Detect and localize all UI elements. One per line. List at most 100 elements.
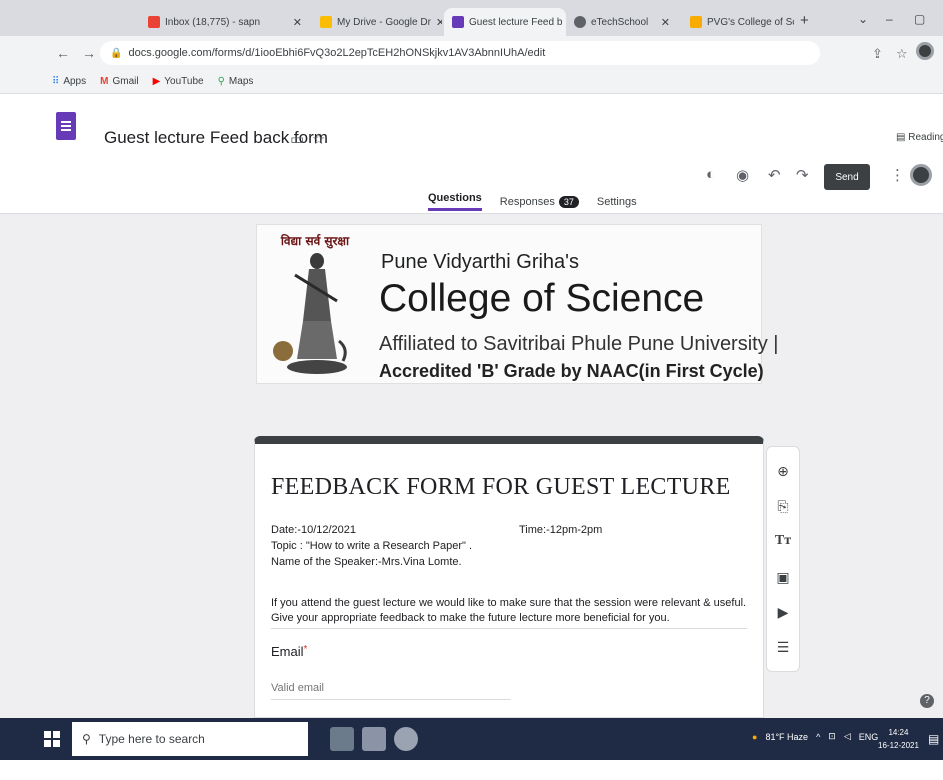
maximize-icon[interactable]: ▢ (914, 12, 925, 26)
tab-pvg-college[interactable]: PVG's College of Scie ✕ (682, 8, 794, 36)
reading-list-label: Reading lis (908, 132, 943, 143)
clock-date: 16-12-2021 (878, 741, 919, 750)
reading-list-button[interactable]: ▤ Reading lis (896, 132, 943, 143)
tab-search-chevron-icon[interactable]: ⌄ (858, 12, 868, 26)
drive-icon (320, 16, 332, 28)
form-time: Time:-12pm-2pm (519, 524, 603, 536)
add-section-icon[interactable]: ☰ (777, 640, 790, 654)
banner-line-1: Pune Vidyarthi Griha's (381, 251, 579, 273)
tab-responses-label: Responses (499, 195, 555, 208)
logo-motto-text: विद्या सर्व सुरक्षा (280, 234, 350, 249)
tab-etechschool[interactable]: eTechSchool ✕ (566, 8, 678, 36)
notifications-icon[interactable]: ▤ (928, 732, 939, 746)
youtube-icon: ▶ (152, 76, 161, 87)
gmail-icon (148, 16, 160, 28)
close-tab-icon[interactable]: ✕ (661, 16, 670, 29)
forward-icon[interactable]: → (76, 45, 102, 61)
browser-toolbar: ← → ↻ 🔒 docs.google.com/forms/d/1iooEbhi… (0, 36, 943, 70)
tab-label: My Drive - Google Dr (337, 16, 431, 28)
chrome-icon[interactable] (394, 727, 418, 751)
tab-questions[interactable]: Questions (428, 192, 482, 211)
email-question-label[interactable]: Email* (271, 644, 307, 659)
bookmark-apps[interactable]: ⠿ Apps (52, 76, 86, 87)
taskbar-search[interactable]: ⚲ Type here to search (72, 722, 308, 756)
send-button[interactable]: Send (824, 164, 870, 190)
tab-responses[interactable]: Responses 37 (499, 195, 579, 208)
help-icon[interactable]: ? (920, 694, 934, 708)
responses-count-badge: 37 (558, 195, 579, 208)
tray-chevron-icon[interactable]: ^ (816, 732, 820, 742)
forms-tabs: Questions Responses 37 Settings (428, 192, 637, 211)
minimize-icon[interactable]: – (886, 12, 893, 26)
banner-college-name: College of Science (379, 277, 705, 320)
windows-taskbar: ⚲ Type here to search ● 81°F Haze ^ ⊡ ◁ … (0, 718, 943, 760)
file-explorer-icon[interactable] (362, 727, 386, 751)
question-toolbar: ⊕ ⎘ Tт ▣ ▶ ☰ (766, 446, 800, 672)
email-field[interactable] (271, 676, 511, 700)
form-speaker: Name of the Speaker:-Mrs.Vina Lomte. (271, 556, 462, 568)
tab-settings[interactable]: Settings (597, 196, 637, 208)
close-tab-icon[interactable]: ✕ (293, 16, 302, 29)
volume-icon[interactable]: ◁ (844, 731, 851, 742)
form-description[interactable]: If you attend the guest lecture we would… (271, 596, 751, 626)
form-title[interactable]: FEEDBACK FORM FOR GUEST LECTURE (271, 474, 731, 501)
apps-grid-icon: ⠿ (52, 76, 60, 87)
system-tray: ● 81°F Haze ^ ⊡ ◁ ENG (752, 731, 878, 742)
tab-label: eTechSchool (591, 16, 649, 28)
network-icon[interactable]: ⊡ (828, 731, 836, 742)
required-asterisk: * (303, 644, 308, 655)
page-icon (690, 16, 702, 28)
taskbar-clock[interactable]: 14:24 16-12-2021 (878, 726, 919, 752)
more-options-icon[interactable]: ⋮ (890, 166, 905, 184)
forms-icon (452, 16, 464, 28)
bookmark-youtube[interactable]: ▶ YouTube (153, 76, 204, 87)
bookmark-label: YouTube (164, 76, 204, 87)
email-label-text: Email (271, 644, 304, 659)
banner-accreditation: Accredited 'B' Grade by NAAC(in First Cy… (379, 361, 764, 381)
palette-icon[interactable]: ◐ (706, 166, 715, 183)
add-video-icon[interactable]: ▶ (778, 605, 789, 619)
gmail-icon: M (100, 76, 109, 87)
import-questions-icon[interactable]: ⎘ (777, 499, 788, 513)
address-bar[interactable]: 🔒 docs.google.com/forms/d/1iooEbhi6FvQ3o… (100, 41, 820, 65)
bookmark-label: Maps (228, 76, 254, 87)
tab-gmail-inbox[interactable]: Inbox (18,775) - sapn ✕ (140, 8, 310, 36)
bookmark-star-icon[interactable]: ☆ (896, 46, 908, 62)
windows-start-icon[interactable] (44, 731, 60, 747)
tab-guest-lecture-form[interactable]: Guest lecture Feed b ✕ (444, 8, 566, 36)
weather-text[interactable]: 81°F Haze (765, 732, 808, 742)
language-indicator[interactable]: ENG (859, 732, 879, 742)
close-tab-icon[interactable]: ✕ (436, 16, 442, 29)
tab-label: Inbox (18,775) - sapn (165, 16, 261, 28)
undo-icon[interactable]: ↶ (768, 166, 781, 184)
new-tab-icon[interactable]: + (800, 12, 809, 29)
account-avatar[interactable] (910, 164, 932, 186)
profile-avatar-icon[interactable] (916, 42, 934, 60)
tab-google-drive[interactable]: My Drive - Google Dr ✕ (312, 8, 442, 36)
add-title-icon[interactable]: Tт (775, 534, 791, 548)
back-icon[interactable]: ← (50, 45, 76, 61)
page-viewport: Guest lecture Feed back form ▭ ☆ ▤ Readi… (0, 94, 943, 718)
screen-bottom-margin (0, 760, 943, 780)
form-title-card: FEEDBACK FORM FOR GUEST LECTURE Date:-10… (254, 436, 764, 718)
bookmark-label: Apps (63, 76, 87, 87)
share-icon[interactable]: ⇪ (872, 46, 883, 62)
preview-eye-icon[interactable]: ◉ (736, 166, 749, 184)
weather-icon[interactable]: ● (752, 732, 757, 742)
google-forms-icon[interactable] (56, 112, 76, 140)
tab-label: Guest lecture Feed b (469, 16, 563, 28)
form-topic: Topic : "How to write a Research Paper" … (271, 540, 473, 552)
folder-icon[interactable]: ▭ (290, 130, 304, 148)
add-question-icon[interactable]: ⊕ (777, 464, 789, 478)
bookmark-gmail[interactable]: M Gmail (100, 76, 138, 87)
tab-label: PVG's College of Scie (707, 16, 794, 28)
star-icon[interactable]: ☆ (312, 130, 325, 148)
browser-tab-strip: Inbox (18,775) - sapn ✕ My Drive - Googl… (0, 0, 943, 36)
url-text: docs.google.com/forms/d/1iooEbhi6FvQ3o2L… (128, 47, 546, 59)
redo-icon[interactable]: ↷ (796, 166, 809, 184)
task-view-icon[interactable] (330, 727, 354, 751)
search-icon: ⚲ (82, 732, 91, 746)
add-image-icon[interactable]: ▣ (776, 570, 789, 584)
bookmark-maps[interactable]: ⚲ Maps (218, 76, 254, 87)
college-logo: विद्या सर्व सुरक्षा (273, 234, 350, 374)
